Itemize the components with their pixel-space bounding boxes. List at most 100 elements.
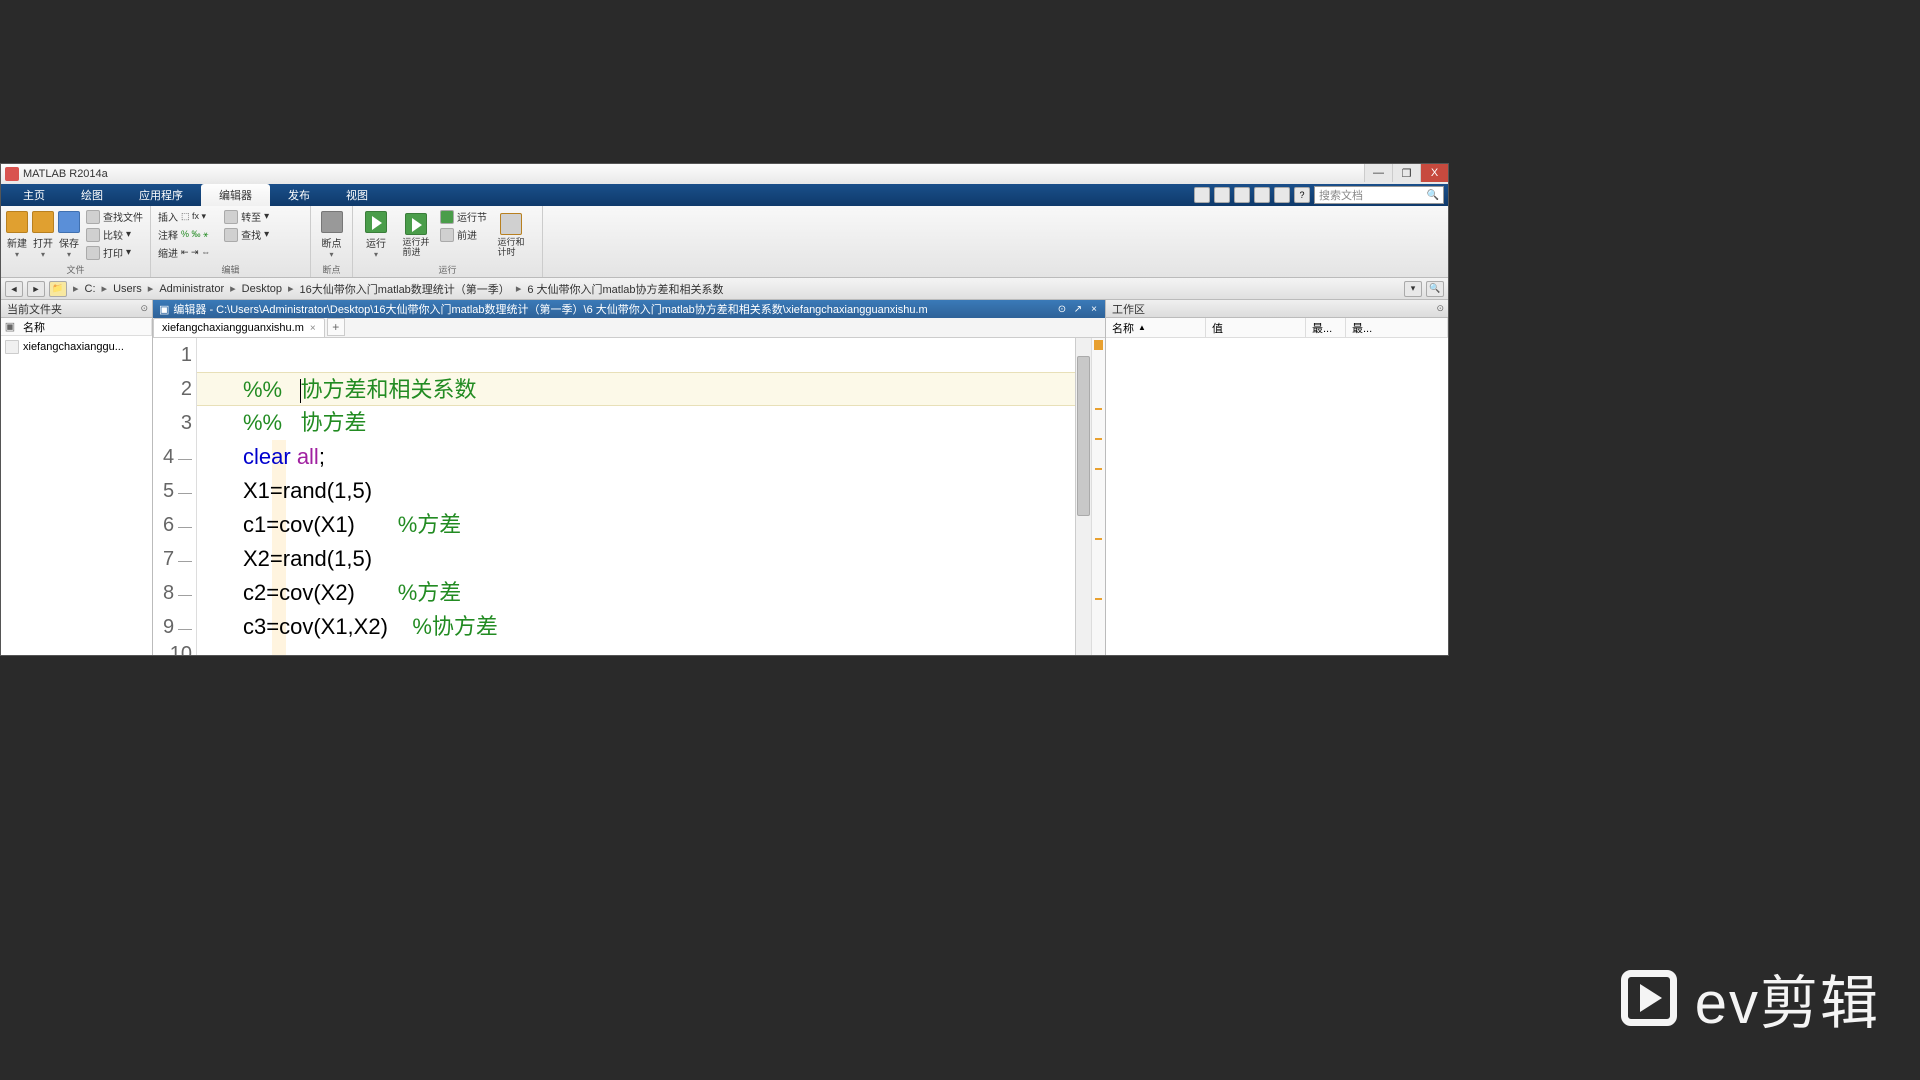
body-layout: 当前文件夹 ⊙ ▣ 名称 xiefangchaxianggu... ▣ 编辑器 … xyxy=(1,300,1448,655)
warning-marker[interactable] xyxy=(1095,468,1102,470)
qa-btn-5[interactable] xyxy=(1274,187,1290,203)
marker-summary[interactable] xyxy=(1094,340,1103,350)
warning-marker[interactable] xyxy=(1095,598,1102,600)
workspace-header: 工作区 ⊙ xyxy=(1106,300,1448,318)
close-button[interactable]: X xyxy=(1420,164,1448,182)
file-list: xiefangchaxianggu... xyxy=(1,336,152,655)
crumb-admin[interactable]: Administrator xyxy=(159,283,224,295)
open-button[interactable]: 打开▾ xyxy=(31,208,55,262)
nav-dropdown[interactable]: ▾ xyxy=(1404,281,1422,297)
insert-button[interactable]: 插入 ⬚ fx ▾ xyxy=(155,208,213,225)
title-bar: MATLAB R2014a — ❐ X xyxy=(1,164,1448,184)
tab-close-icon[interactable]: × xyxy=(310,323,316,334)
panel-collapse-icon[interactable]: ⊙ xyxy=(140,303,148,314)
code-area[interactable]: %% 协方差和相关系数 %% 协方差 clear all; X1=rand(1,… xyxy=(197,338,1075,655)
fold-icon[interactable]: ▣ xyxy=(1,320,19,333)
editor-title-text: 编辑器 - C:\Users\Administrator\Desktop\16大… xyxy=(173,301,927,317)
nav-back-button[interactable]: ◄ xyxy=(5,281,23,297)
breakpoint-button[interactable]: 断点▾ xyxy=(315,208,348,262)
ribbon-group-breakpoint: 断点▾ 断点 xyxy=(311,206,353,277)
editor-title-bar: ▣ 编辑器 - C:\Users\Administrator\Desktop\1… xyxy=(153,300,1105,318)
file-tab-active[interactable]: xiefangchaxiangguanxishu.m × xyxy=(153,318,325,337)
editor-dropdown-icon[interactable]: ⊙ xyxy=(1055,302,1069,316)
run-section-button[interactable]: 运行节 xyxy=(437,208,490,225)
file-name: xiefangchaxianggu... xyxy=(23,341,124,353)
run-button[interactable]: 运行▾ xyxy=(357,208,395,262)
search-docs-input[interactable]: 搜索文档 🔍 xyxy=(1314,186,1444,204)
comment-button[interactable]: 注释 % ‰ ⚹ xyxy=(155,226,213,243)
ribbon-group-run: 运行▾ 运行并 前进 运行节 前进 运行和 计时 运行 xyxy=(353,206,543,277)
qa-btn-2[interactable] xyxy=(1214,187,1230,203)
ribbon-toolbar: 新建▾ 打开▾ 保存▾ 查找文件 比较 ▾ 打印 ▾ 文件 插入 ⬚ fx ▾ … xyxy=(1,206,1448,278)
goto-button[interactable]: 转至 ▾ xyxy=(221,208,272,225)
workspace-collapse-icon[interactable]: ⊙ xyxy=(1436,303,1444,314)
crumb-drive[interactable]: C: xyxy=(85,283,96,295)
code-line-9: c3=cov(X1,X2) %协方差 xyxy=(197,610,1075,644)
search-icon: 🔍 xyxy=(1427,190,1439,201)
minimize-button[interactable]: — xyxy=(1364,164,1392,182)
name-column[interactable]: 名称 xyxy=(19,319,152,335)
run-time-button[interactable]: 运行和 计时 xyxy=(492,208,530,262)
add-tab-button[interactable]: + xyxy=(327,318,345,336)
compare-button[interactable]: 比较 ▾ xyxy=(83,226,146,243)
ws-col-max[interactable]: 最... xyxy=(1346,318,1448,337)
tab-view[interactable]: 视图 xyxy=(328,184,386,206)
crumb-users[interactable]: Users xyxy=(113,283,142,295)
new-button[interactable]: 新建▾ xyxy=(5,208,29,262)
warning-marker[interactable] xyxy=(1095,538,1102,540)
folder-columns: ▣ 名称 xyxy=(1,318,152,336)
tab-editor[interactable]: 编辑器 xyxy=(201,184,270,206)
warning-marker[interactable] xyxy=(1095,438,1102,440)
window-title: MATLAB R2014a xyxy=(23,168,108,180)
ws-col-min[interactable]: 最... xyxy=(1306,318,1346,337)
tab-home[interactable]: 主页 xyxy=(5,184,63,206)
tab-filename: xiefangchaxiangguanxishu.m xyxy=(162,322,304,334)
tab-apps[interactable]: 应用程序 xyxy=(121,184,201,206)
editor-undock-icon[interactable]: ↗ xyxy=(1071,302,1085,316)
warning-marker[interactable] xyxy=(1095,408,1102,410)
code-line-8: c2=cov(X2) %方差 xyxy=(197,576,1075,610)
crumb-lesson[interactable]: 6 大仙带你入门matlab协方差和相关系数 xyxy=(527,281,723,297)
video-watermark: ev剪辑 xyxy=(1621,956,1880,1040)
nav-search-icon[interactable]: 🔍 xyxy=(1426,281,1444,297)
qa-btn-3[interactable] xyxy=(1234,187,1250,203)
ws-col-value[interactable]: 值 xyxy=(1206,318,1306,337)
code-line-7: X2=rand(1,5) xyxy=(197,542,1075,576)
watermark-text: ev剪辑 xyxy=(1695,956,1880,1040)
run-advance-button[interactable]: 运行并 前进 xyxy=(397,208,435,262)
current-folder-header: 当前文件夹 ⊙ xyxy=(1,300,152,318)
help-button[interactable]: ? xyxy=(1294,187,1310,203)
file-group-label: 文件 xyxy=(1,263,150,276)
advance-button[interactable]: 前进 xyxy=(437,226,490,243)
code-editor[interactable]: 1 2 3 4 5 6 7 8 9 10 %% 协方差和相关系数 %% 协方差 xyxy=(153,338,1105,655)
find-files-button[interactable]: 查找文件 xyxy=(83,208,146,225)
nav-up-button[interactable]: 📁 xyxy=(49,281,67,297)
code-line-5: X1=rand(1,5) xyxy=(197,474,1075,508)
editor-close-icon[interactable]: × xyxy=(1087,302,1101,316)
find-button[interactable]: 查找 ▾ xyxy=(221,226,272,243)
code-marker-strip xyxy=(1091,338,1105,655)
maximize-button[interactable]: ❐ xyxy=(1392,164,1420,182)
qa-btn-1[interactable] xyxy=(1194,187,1210,203)
save-button[interactable]: 保存▾ xyxy=(57,208,81,262)
scrollbar-thumb[interactable] xyxy=(1077,356,1090,516)
crumb-course[interactable]: 16大仙带你入门matlab数理统计（第一季） xyxy=(300,281,510,297)
current-folder-title: 当前文件夹 xyxy=(7,301,62,317)
nav-fwd-button[interactable]: ► xyxy=(27,281,45,297)
print-button[interactable]: 打印 ▾ xyxy=(83,244,146,261)
tab-publish[interactable]: 发布 xyxy=(270,184,328,206)
address-bar: ◄ ► 📁 ▸ C: ▸ Users ▸ Administrator ▸ Des… xyxy=(1,278,1448,300)
matlab-logo-icon xyxy=(5,167,19,181)
indent-button[interactable]: 缩进 ⇤ ⇥ ⇔ xyxy=(155,244,213,261)
tab-plots[interactable]: 绘图 xyxy=(63,184,121,206)
code-line-4: clear all; xyxy=(197,440,1075,474)
play-icon xyxy=(1621,970,1677,1026)
file-tabs: xiefangchaxiangguanxishu.m × + xyxy=(153,318,1105,338)
file-item[interactable]: xiefangchaxianggu... xyxy=(5,338,148,356)
quick-access: ? 搜索文档 🔍 xyxy=(1194,186,1444,204)
qa-btn-4[interactable] xyxy=(1254,187,1270,203)
ws-col-name[interactable]: 名称 ▲ xyxy=(1106,318,1206,337)
editor-scrollbar[interactable] xyxy=(1075,338,1091,655)
bp-group-label: 断点 xyxy=(311,263,352,276)
crumb-desktop[interactable]: Desktop xyxy=(242,283,282,295)
